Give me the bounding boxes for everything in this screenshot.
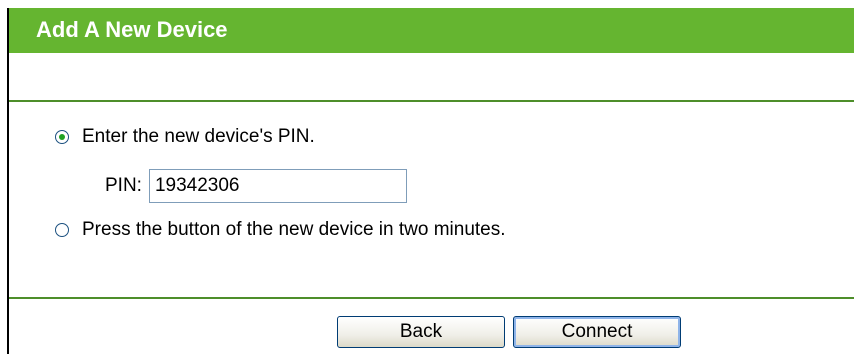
pbc-option-radio[interactable] xyxy=(55,223,69,237)
pin-input[interactable] xyxy=(148,169,407,203)
pin-option-radio[interactable] xyxy=(55,130,69,144)
bottom-divider xyxy=(9,297,854,299)
connect-button[interactable]: Connect xyxy=(513,316,681,348)
title-bar: Add A New Device xyxy=(9,8,854,53)
top-divider xyxy=(9,100,854,102)
pin-option-label[interactable]: Enter the new device's PIN. xyxy=(82,126,315,148)
pin-label: PIN: xyxy=(105,175,142,196)
pin-option-row[interactable]: Enter the new device's PIN. xyxy=(55,125,315,149)
pbc-option-label[interactable]: Press the button of the new device in tw… xyxy=(82,219,506,241)
back-button[interactable]: Back xyxy=(337,316,505,348)
pin-field-row: PIN: xyxy=(105,169,407,203)
pbc-option-row[interactable]: Press the button of the new device in tw… xyxy=(55,218,506,242)
page-title: Add A New Device xyxy=(36,17,228,42)
left-border xyxy=(7,8,9,354)
add-device-panel: Add A New Device Enter the new device's … xyxy=(0,0,854,354)
